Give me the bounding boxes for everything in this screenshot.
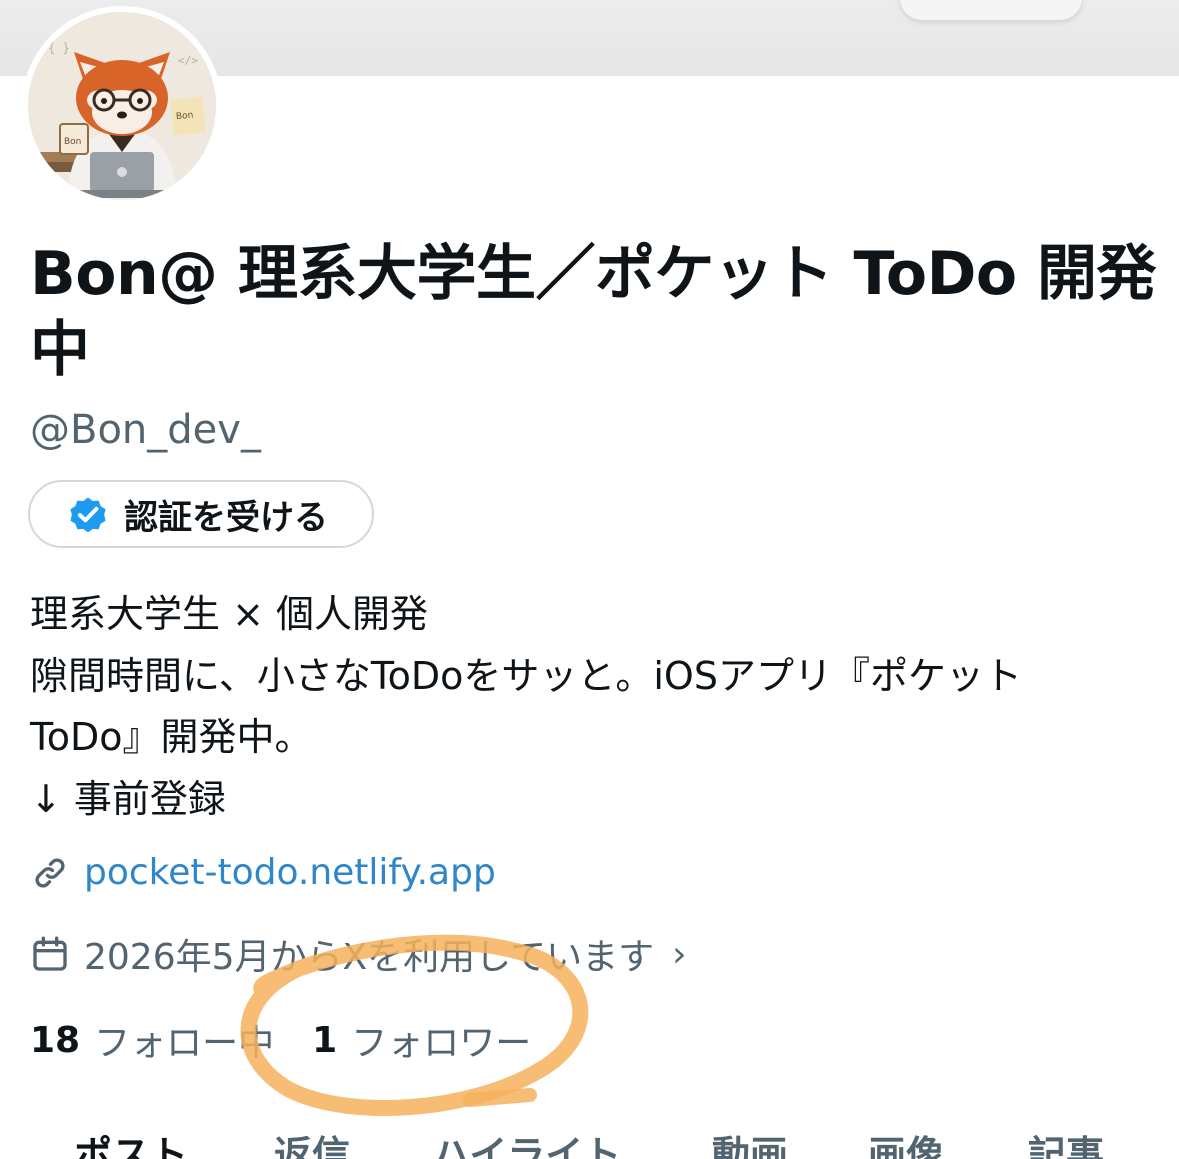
svg-text:Bon: Bon <box>176 110 194 122</box>
avatar-illustration: { } </> Bon Bon <box>28 12 216 200</box>
joined-date[interactable]: 2026年5月からXを利用しています › <box>30 928 687 980</box>
svg-text:Bon: Bon <box>64 137 81 147</box>
link-icon <box>35 858 65 887</box>
user-handle: @Bon_dev_ <box>30 407 261 453</box>
tab-highlights[interactable]: ハイライト <box>432 1124 621 1159</box>
bio-line: ↓ 事前登録 <box>30 776 226 821</box>
website-link[interactable]: pocket-todo.netlify.app <box>84 852 496 893</box>
get-verified-button[interactable]: 認証を受ける <box>28 480 374 548</box>
following-label: フォロー中 <box>94 1023 275 1064</box>
followers-count: 1 <box>312 1019 338 1061</box>
profile-tabs: ポスト 返信 ハイライト 動画 画像 記事 <box>0 1120 1179 1159</box>
bio-line: 隙間時間に、小さなToDoをサッと。iOSアプリ『ポケット <box>30 653 1022 698</box>
followers-link[interactable]: 1 フォロワー <box>312 1014 531 1066</box>
profile-website[interactable]: pocket-todo.netlify.app <box>30 852 496 893</box>
svg-text:</>: </> <box>178 54 198 67</box>
joined-text: 2026年5月からXを利用しています <box>84 937 655 978</box>
verified-badge-icon <box>70 497 106 533</box>
get-verified-label: 認証を受ける <box>124 497 328 538</box>
banner-action-button[interactable] <box>900 0 1082 20</box>
calendar-icon <box>33 936 67 971</box>
tab-posts[interactable]: ポスト <box>74 1124 188 1159</box>
following-count: 18 <box>30 1019 81 1061</box>
following-link[interactable]: 18 フォロー中 <box>30 1014 274 1066</box>
profile-bio: 理系大学生 × 個人開発 隙間時間に、小さなToDoをサッと。iOSアプリ『ポケ… <box>30 584 1160 830</box>
tab-videos[interactable]: 動画 <box>712 1124 788 1159</box>
bio-line: ToDo』開発中。 <box>30 715 313 759</box>
tab-articles[interactable]: 記事 <box>1028 1124 1104 1159</box>
tab-replies[interactable]: 返信 <box>274 1124 350 1159</box>
svg-text:{ }: { } <box>48 41 70 55</box>
chevron-right-icon[interactable]: › <box>672 934 686 975</box>
bio-line: 理系大学生 × 個人開発 <box>30 592 428 636</box>
avatar[interactable]: { } </> Bon Bon <box>28 12 216 200</box>
followers-label: フォロワー <box>351 1023 532 1064</box>
follow-stats: 18 フォロー中 1 フォロワー <box>30 1014 531 1066</box>
display-name: Bon@ 理系大学生／ポケット ToDo 開発中 <box>30 239 1157 385</box>
tab-media[interactable]: 画像 <box>868 1124 944 1159</box>
